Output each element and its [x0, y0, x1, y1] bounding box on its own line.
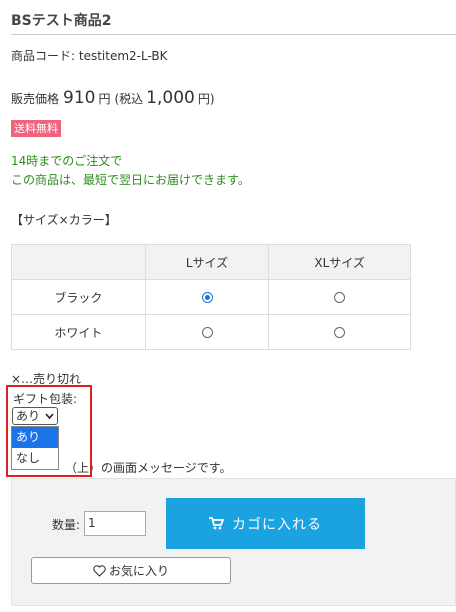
radio-white-xl[interactable] — [334, 327, 346, 338]
price-value: 910 — [63, 88, 96, 108]
variant-matrix: Lサイズ XLサイズ ブラック ホワイト — [11, 244, 411, 350]
delivery-line-2: この商品は、最短で翌日にお届けできます。 — [11, 173, 250, 187]
heart-icon — [93, 564, 106, 577]
product-title: BSテスト商品2 — [11, 13, 112, 29]
variant-title: 【サイズ×カラー】 — [11, 213, 117, 227]
row-header-black: ブラック — [11, 279, 146, 315]
radio-cell — [268, 279, 411, 315]
delivery-note: 14時までのご注文で この商品は、最短で翌日にお届けできます。 — [11, 152, 250, 190]
tax-in-yen: 円) — [197, 92, 215, 106]
radio-black-l[interactable] — [201, 292, 213, 303]
price-label: 販売価格 — [11, 92, 60, 106]
favorite-button[interactable]: お気に入り — [31, 557, 231, 584]
column-header-l: Lサイズ — [144, 244, 270, 280]
radio-cell — [268, 314, 411, 350]
price-row: 販売価格 910 円 (税込 1,000 円) — [11, 88, 215, 108]
free-shipping-badge: 送料無料 — [11, 120, 61, 137]
row-header-white: ホワイト — [11, 314, 146, 350]
radio-cell — [144, 314, 270, 350]
table-row: ホワイト — [11, 314, 411, 350]
cart-icon — [209, 517, 224, 530]
quantity-input[interactable]: 1 — [84, 511, 146, 536]
column-header-xl: XLサイズ — [268, 244, 411, 280]
radio-black-xl[interactable] — [334, 292, 346, 303]
product-code: 商品コード: testitem2-L-BK — [11, 49, 168, 63]
delivery-line-1: 14時までのご注文で — [11, 154, 123, 168]
tax-in-label: (税込 — [114, 92, 144, 106]
radio-cell — [144, 279, 270, 315]
favorite-label: お気に入り — [108, 564, 169, 578]
add-to-cart-label: カゴに入れる — [232, 516, 322, 533]
matrix-corner — [11, 244, 146, 280]
price-yen: 円 — [98, 92, 111, 106]
tax-in-price: 1,000 — [146, 88, 195, 108]
highlight-frame — [6, 385, 92, 477]
radio-white-l[interactable] — [201, 327, 213, 338]
quantity-label: 数量: — [52, 518, 81, 532]
table-row: ブラック — [11, 279, 411, 315]
add-to-cart-button[interactable]: カゴに入れる — [166, 498, 365, 549]
title-divider — [11, 34, 456, 35]
